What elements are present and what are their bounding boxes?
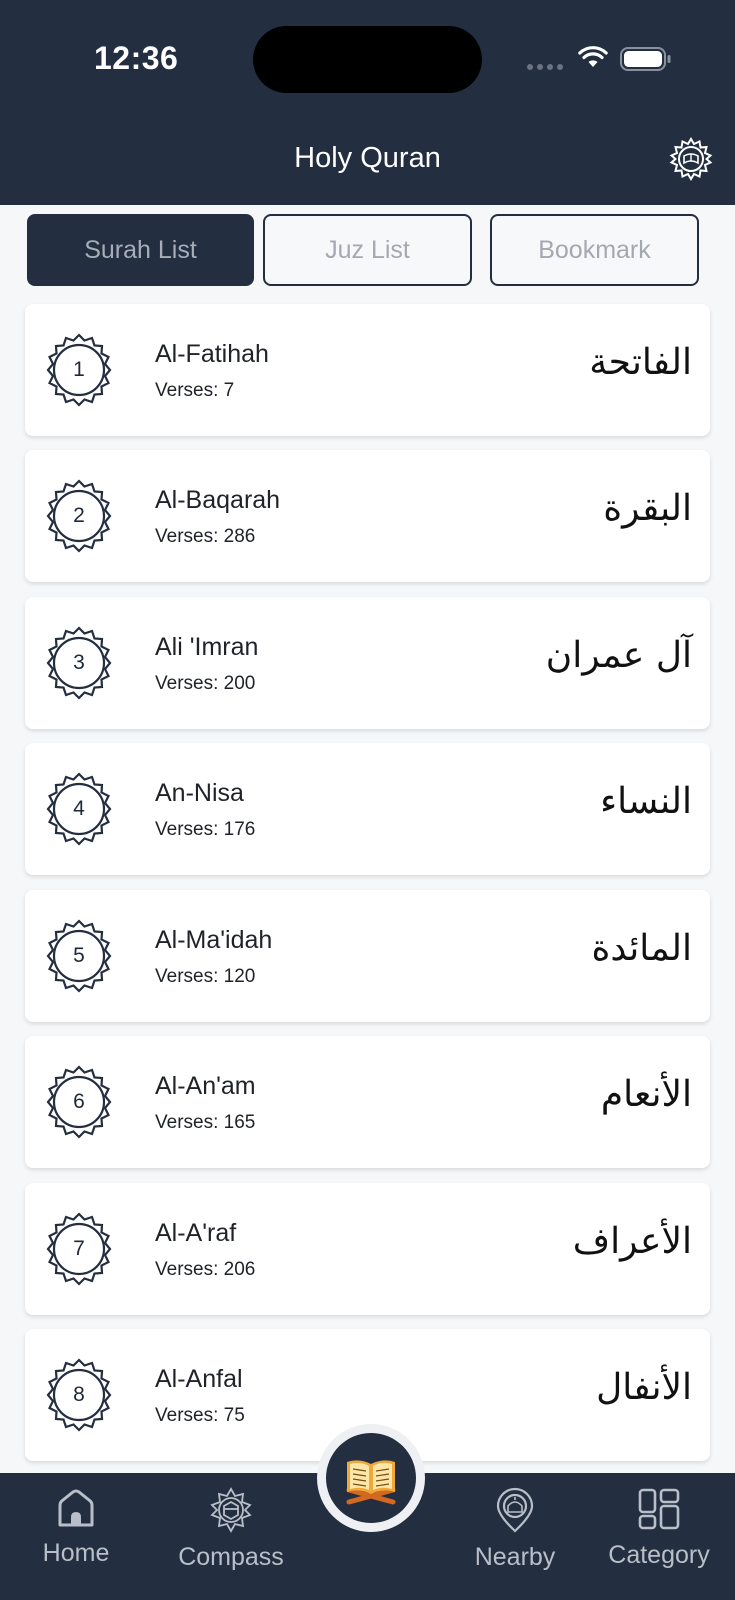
surah-number-badge-icon: 4	[42, 772, 116, 846]
surah-arabic-name: الأنعام	[600, 1074, 692, 1115]
surah-arabic-name: آل عمران	[545, 635, 692, 676]
surah-arabic-name: البقرة	[603, 488, 692, 529]
surah-number: 4	[73, 797, 85, 820]
surah-number: 8	[73, 1383, 85, 1406]
surah-card-3[interactable]: 3 Ali 'Imran Verses: 200 آل عمران	[25, 597, 710, 729]
surah-arabic-name: النساء	[600, 781, 692, 822]
surah-name: Al-Ma'idah	[155, 926, 273, 954]
surah-verses: Verses: 7	[155, 380, 235, 401]
surah-card-6[interactable]: 6 Al-An'am Verses: 165 الأنعام	[25, 1036, 710, 1168]
nav-category[interactable]: Category	[603, 1473, 715, 1600]
cellular-signal-icon	[527, 64, 563, 70]
settings-icon[interactable]	[668, 136, 714, 182]
tab-bookmark[interactable]: Bookmark	[490, 214, 699, 286]
tab-juz-list[interactable]: Juz List	[263, 214, 472, 286]
surah-name: An-Nisa	[155, 779, 244, 807]
surah-name: Al-Fatihah	[155, 340, 269, 368]
surah-number: 1	[73, 358, 85, 381]
nav-compass-label: Compass	[178, 1543, 284, 1571]
surah-verses: Verses: 200	[155, 673, 256, 694]
surah-number-badge-icon: 6	[42, 1065, 116, 1139]
surah-number: 5	[73, 944, 85, 967]
nav-compass[interactable]: Compass	[171, 1473, 291, 1600]
tab-surah-list[interactable]: Surah List	[27, 214, 254, 286]
home-icon	[58, 1489, 94, 1527]
surah-name: Al-An'am	[155, 1072, 256, 1100]
surah-number-badge-icon: 8	[42, 1358, 116, 1432]
surah-number: 6	[73, 1090, 85, 1113]
surah-number-badge-icon: 2	[42, 479, 116, 553]
surah-arabic-name: المائدة	[591, 928, 692, 969]
surah-verses: Verses: 120	[155, 966, 256, 987]
surah-number-badge-icon: 1	[42, 333, 116, 407]
page-title: Holy Quran	[294, 142, 441, 174]
surah-arabic-name: الأنفال	[596, 1367, 692, 1408]
surah-arabic-name: الفاتحة	[589, 342, 692, 383]
nav-home[interactable]: Home	[36, 1473, 116, 1600]
surah-number-badge-icon: 3	[42, 626, 116, 700]
surah-verses: Verses: 165	[155, 1112, 256, 1133]
surah-name: Al-A'raf	[155, 1219, 237, 1247]
nav-home-label: Home	[42, 1539, 110, 1567]
surah-verses: Verses: 75	[155, 1405, 245, 1426]
surah-card-5[interactable]: 5 Al-Ma'idah Verses: 120 المائدة	[25, 890, 710, 1022]
surah-card-1[interactable]: 1 Al-Fatihah Verses: 7 الفاتحة	[25, 304, 710, 436]
wifi-icon	[578, 46, 608, 67]
surah-number: 2	[73, 504, 85, 527]
app-header: 12:36 Holy Quran	[0, 0, 735, 205]
surah-name: Al-Anfal	[155, 1365, 243, 1393]
surah-name: Ali 'Imran	[155, 633, 259, 661]
surah-arabic-name: الأعراف	[572, 1221, 692, 1262]
surah-verses: Verses: 286	[155, 526, 256, 547]
surah-card-4[interactable]: 4 An-Nisa Verses: 176 النساء	[25, 743, 710, 875]
quran-book-icon	[346, 1460, 396, 1505]
dynamic-island	[253, 26, 482, 93]
compass-kaaba-icon	[210, 1487, 252, 1533]
nav-nearby-label: Nearby	[474, 1543, 556, 1571]
surah-name: Al-Baqarah	[155, 486, 281, 514]
quran-center-button-inner	[326, 1433, 416, 1523]
battery-icon	[620, 47, 671, 71]
mosque-location-icon	[496, 1487, 534, 1533]
surah-card-2[interactable]: 2 Al-Baqarah Verses: 286 البقرة	[25, 450, 710, 582]
category-grid-icon	[638, 1488, 680, 1530]
surah-verses: Verses: 206	[155, 1259, 256, 1280]
surah-number: 3	[73, 651, 85, 674]
status-time: 12:36	[94, 40, 179, 76]
surah-card-7[interactable]: 7 Al-A'raf Verses: 206 الأعراف	[25, 1183, 710, 1315]
quran-center-button[interactable]	[317, 1424, 425, 1532]
surah-number: 7	[73, 1237, 85, 1260]
nav-category-label: Category	[608, 1541, 710, 1569]
surah-verses: Verses: 176	[155, 819, 256, 840]
surah-number-badge-icon: 5	[42, 919, 116, 993]
nav-nearby[interactable]: Nearby	[460, 1473, 570, 1600]
surah-number-badge-icon: 7	[42, 1212, 116, 1286]
